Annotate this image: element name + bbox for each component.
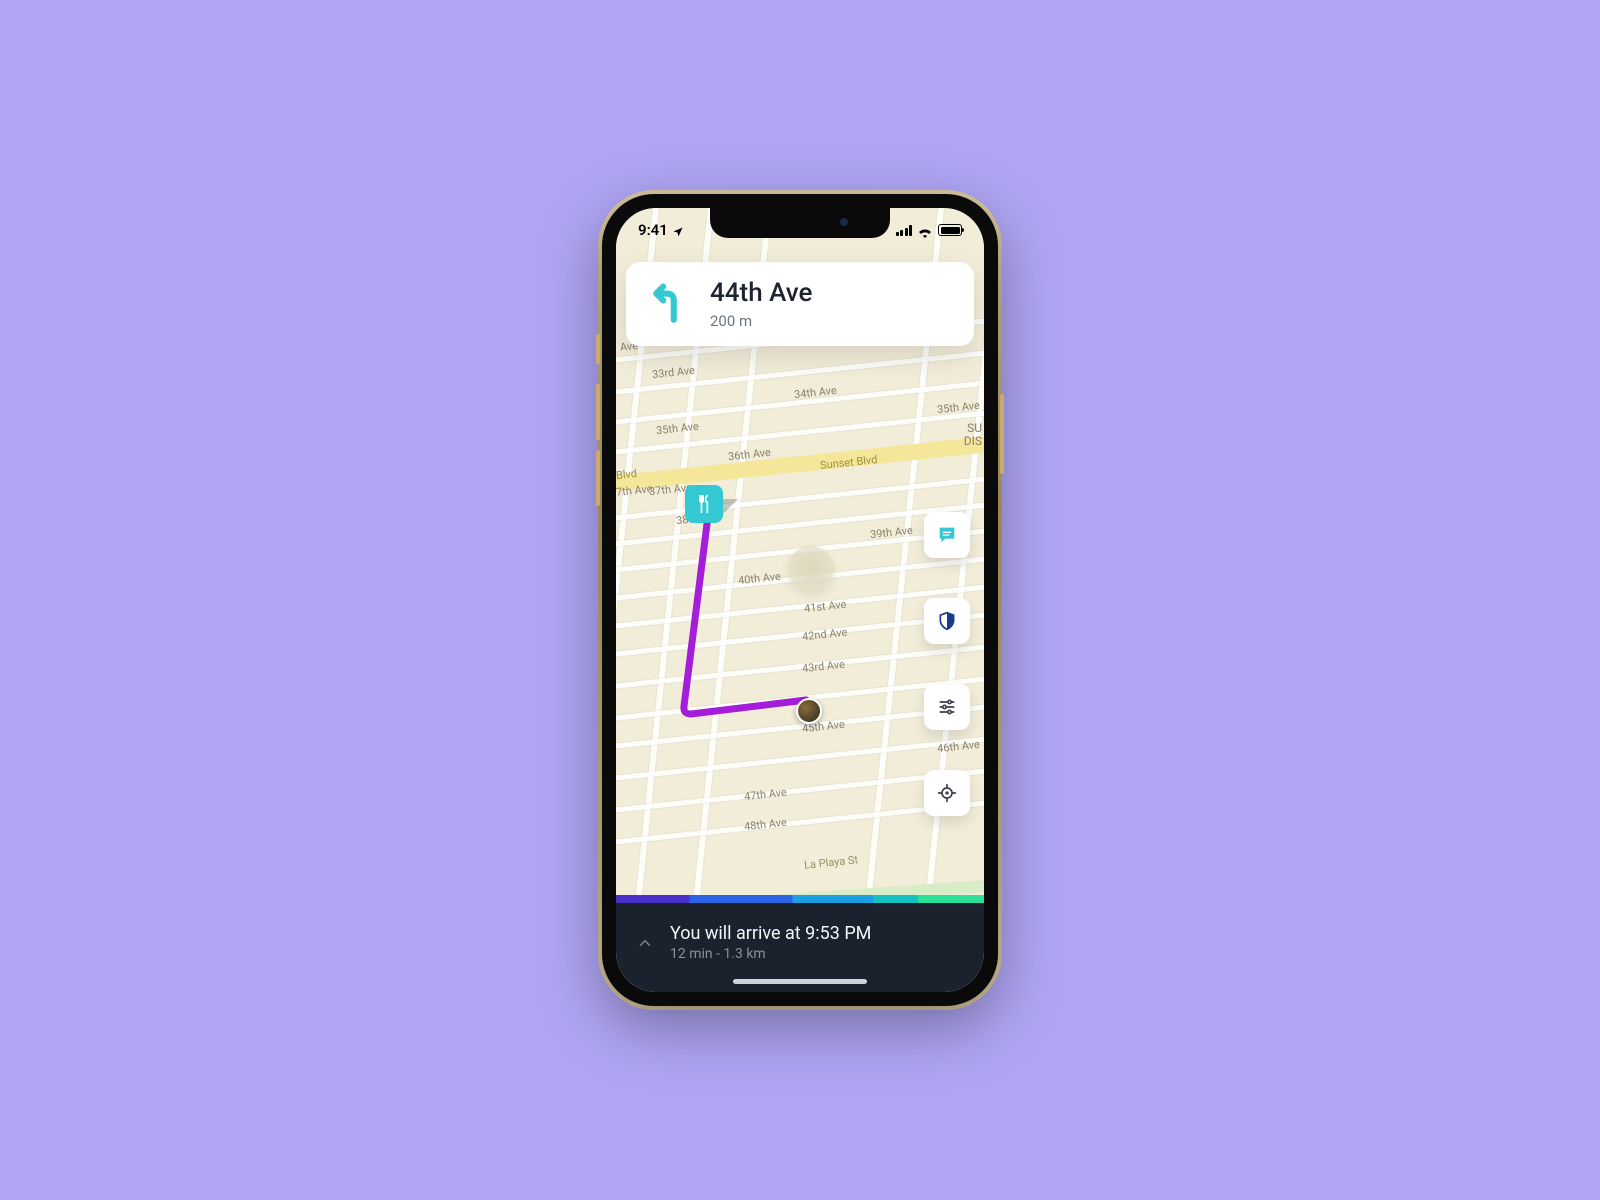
recenter-button[interactable] — [924, 770, 970, 816]
map-label: 35th Ave — [655, 420, 699, 437]
bottom-panel[interactable]: You will arrive at 9:53 PM 12 min - 1.3 … — [616, 895, 984, 992]
screen: 9:41 — [616, 208, 984, 992]
settings-button[interactable] — [924, 684, 970, 730]
wifi-icon — [917, 224, 933, 236]
user-location-avatar[interactable] — [796, 698, 822, 724]
poi-marker-tail — [722, 499, 738, 515]
route-progress-bar — [616, 895, 984, 903]
chat-button[interactable] — [924, 512, 970, 558]
battery-icon — [938, 224, 962, 236]
map-label: SU — [967, 421, 982, 435]
map-label: Blvd — [616, 467, 638, 482]
map-label: 33rd Ave — [651, 364, 695, 381]
fork-knife-icon — [694, 494, 714, 514]
map-label: 41st Ave — [803, 598, 847, 615]
direction-distance: 200 m — [710, 312, 812, 330]
eta-text: 12 min - 1.3 km — [670, 946, 871, 962]
touch-indicator — [788, 546, 834, 592]
fab-column — [924, 512, 970, 816]
map-label: 48th Ave — [743, 816, 787, 833]
status-time: 9:41 — [638, 221, 668, 239]
chat-icon — [936, 524, 958, 546]
direction-card[interactable]: 44th Ave 200 m — [626, 262, 974, 346]
arrival-text: You will arrive at 9:53 PM — [670, 923, 871, 944]
notch — [710, 208, 890, 238]
chevron-up-icon[interactable] — [636, 934, 654, 952]
map-label: 42nd Ave — [801, 626, 847, 644]
map-label: La Playa St — [803, 853, 858, 872]
map-label: 43rd Ave — [801, 658, 845, 675]
direction-street: 44th Ave — [710, 278, 812, 308]
phone-frame: 9:41 — [602, 194, 998, 1006]
locate-icon — [937, 783, 957, 803]
cellular-signal-icon — [896, 225, 913, 236]
turn-left-icon — [644, 283, 686, 325]
location-arrow-icon — [672, 224, 684, 236]
sliders-icon — [937, 697, 957, 717]
home-indicator — [733, 979, 867, 984]
map-label: 40th Ave — [737, 570, 781, 587]
map-label: 47th Ave — [743, 786, 787, 803]
safety-button[interactable] — [924, 598, 970, 644]
poi-marker-restaurant[interactable] — [685, 485, 723, 523]
map-label: DIS — [964, 434, 982, 448]
shield-icon — [937, 611, 957, 631]
